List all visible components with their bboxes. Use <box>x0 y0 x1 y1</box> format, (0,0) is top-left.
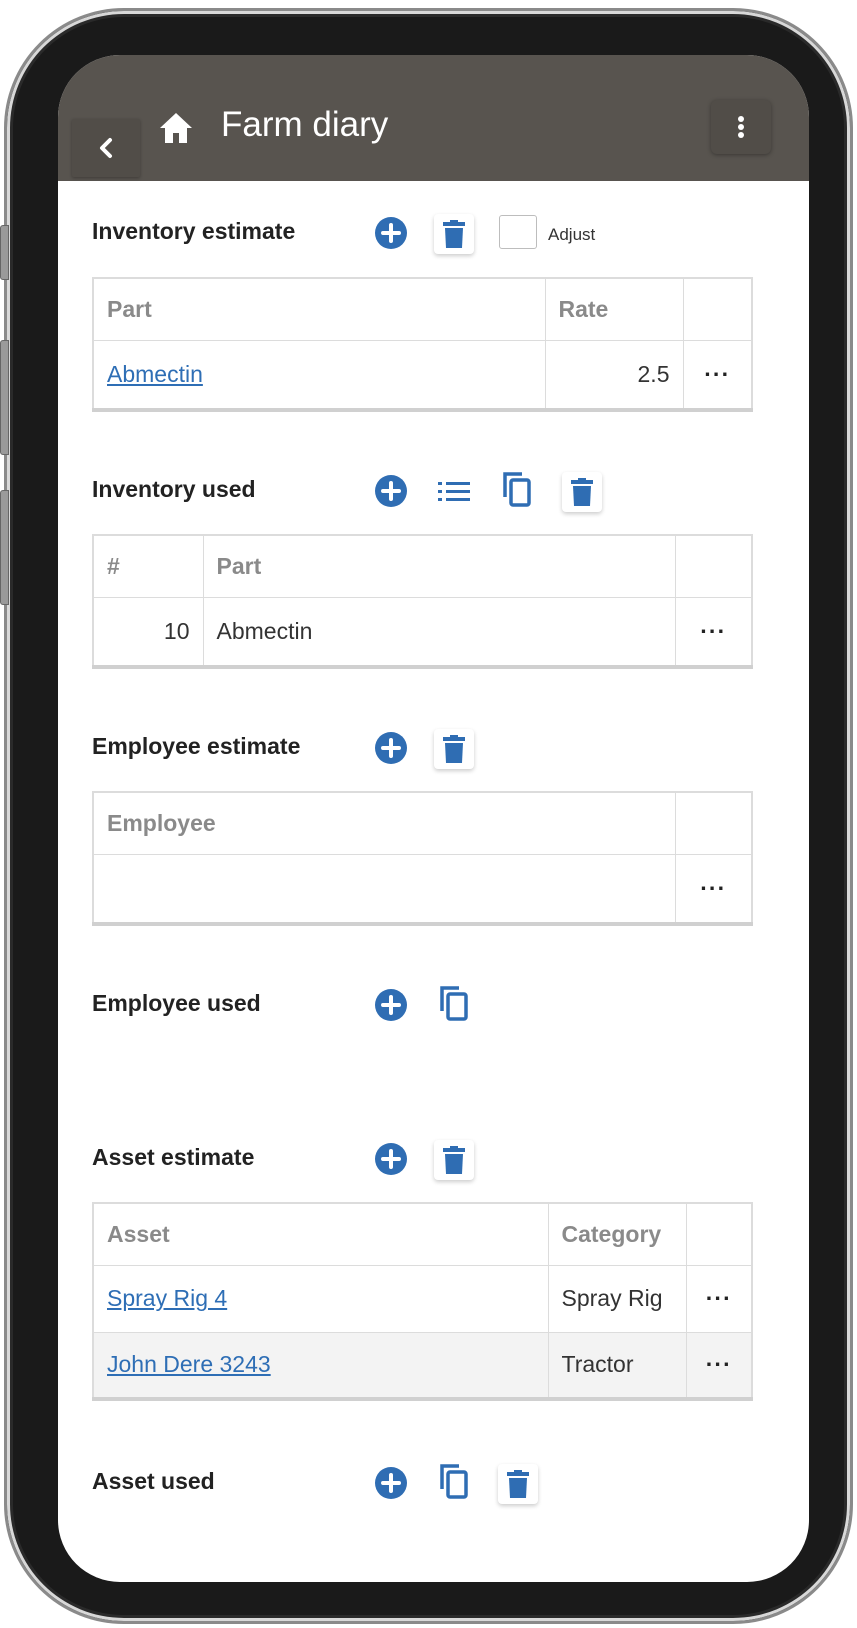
category-cell: Tractor <box>547 1331 687 1400</box>
app-bar: Farm diary <box>58 55 809 181</box>
column-header-employee[interactable]: Employee <box>92 791 676 855</box>
inventory-estimate-add-button[interactable] <box>373 215 409 251</box>
employee-used-copy-button[interactable] <box>436 985 472 1021</box>
row-more-button[interactable]: ··· <box>685 1331 753 1400</box>
employee-estimate-delete-button[interactable] <box>434 729 474 769</box>
inventory-used-title: Inventory used <box>92 476 256 502</box>
asset-used-title: Asset used <box>92 1468 215 1494</box>
delete-icon <box>443 220 465 248</box>
inventory-used-add-button[interactable] <box>373 473 409 509</box>
row-more-button[interactable]: ··· <box>685 1264 753 1333</box>
rate-cell: 2.5 <box>544 339 684 411</box>
adjust-checkbox[interactable] <box>499 215 537 249</box>
employee-cell <box>92 853 676 925</box>
add-circle-icon <box>375 475 407 507</box>
phone-side-button <box>0 225 9 280</box>
number-cell: 10 <box>92 596 204 668</box>
page-title: Farm diary <box>221 105 389 144</box>
column-header-rate[interactable]: Rate <box>544 277 684 341</box>
adjust-label: Adjust <box>548 225 596 244</box>
inventory-estimate-title: Inventory estimate <box>92 218 296 244</box>
inventory-used-copy-button[interactable] <box>499 471 535 507</box>
row-more-button[interactable]: ··· <box>674 596 753 668</box>
more-vertical-icon <box>738 116 744 138</box>
column-header-actions <box>674 534 753 598</box>
inventory-used-list-button[interactable] <box>436 473 472 509</box>
asset-estimate-title: Asset estimate <box>92 1144 255 1170</box>
back-chevron-icon <box>100 138 112 158</box>
add-circle-icon <box>375 1467 407 1499</box>
category-cell: Spray Rig <box>547 1264 687 1333</box>
delete-icon <box>443 735 465 763</box>
column-header-part[interactable]: Part <box>202 534 676 598</box>
phone-volume-up <box>0 340 9 455</box>
inventory-used-table: # Part 10 Abmectin ··· <box>92 534 753 669</box>
add-circle-icon <box>375 989 407 1021</box>
add-circle-icon <box>375 1143 407 1175</box>
inventory-used-delete-button[interactable] <box>562 472 602 512</box>
row-more-button[interactable]: ··· <box>674 853 753 925</box>
phone-screen: Farm diary Inventory estimate Adjust Par… <box>58 55 809 1582</box>
employee-estimate-table: Employee ··· <box>92 791 753 926</box>
asset-estimate-table: Asset Category Spray Rig 4 Spray Rig ···… <box>92 1202 753 1401</box>
row-more-button[interactable]: ··· <box>682 339 753 411</box>
part-cell: Abmectin <box>202 596 676 668</box>
table-row: ··· <box>92 853 753 925</box>
table-row: 10 Abmectin ··· <box>92 596 753 668</box>
add-circle-icon <box>375 217 407 249</box>
column-header-asset[interactable]: Asset <box>92 1202 549 1266</box>
column-header-number[interactable]: # <box>92 534 204 598</box>
asset-estimate-delete-button[interactable] <box>434 1140 474 1180</box>
asset-link[interactable]: Spray Rig 4 <box>107 1285 227 1311</box>
employee-estimate-title: Employee estimate <box>92 733 301 759</box>
table-row: Spray Rig 4 Spray Rig ··· <box>92 1264 753 1333</box>
table-row: John Dere 3243 Tractor ··· <box>92 1331 753 1400</box>
table-row: Abmectin 2.5 ··· <box>92 339 753 411</box>
delete-icon <box>571 478 593 506</box>
column-header-part[interactable]: Part <box>92 277 546 341</box>
inventory-estimate-delete-button[interactable] <box>434 214 474 254</box>
copy-icon <box>440 986 468 1021</box>
list-icon <box>438 482 470 501</box>
employee-estimate-add-button[interactable] <box>373 730 409 766</box>
copy-icon <box>503 472 531 507</box>
employee-used-add-button[interactable] <box>373 987 409 1023</box>
column-header-actions <box>682 277 753 341</box>
column-header-category[interactable]: Category <box>547 1202 687 1266</box>
home-icon[interactable] <box>158 111 194 145</box>
column-header-actions <box>674 791 753 855</box>
more-menu-button[interactable] <box>711 100 771 154</box>
back-button[interactable] <box>72 119 140 177</box>
asset-used-add-button[interactable] <box>373 1465 409 1501</box>
column-header-actions <box>685 1202 753 1266</box>
inventory-estimate-table: Part Rate Abmectin 2.5 ··· <box>92 277 753 412</box>
phone-volume-down <box>0 490 9 605</box>
asset-link[interactable]: John Dere 3243 <box>107 1351 271 1377</box>
copy-icon <box>440 1464 468 1499</box>
delete-icon <box>443 1146 465 1174</box>
employee-used-title: Employee used <box>92 990 261 1016</box>
delete-icon <box>507 1470 529 1498</box>
asset-used-copy-button[interactable] <box>436 1463 472 1499</box>
part-link[interactable]: Abmectin <box>107 361 203 387</box>
asset-estimate-add-button[interactable] <box>373 1141 409 1177</box>
add-circle-icon <box>375 732 407 764</box>
asset-used-delete-button[interactable] <box>498 1464 538 1504</box>
